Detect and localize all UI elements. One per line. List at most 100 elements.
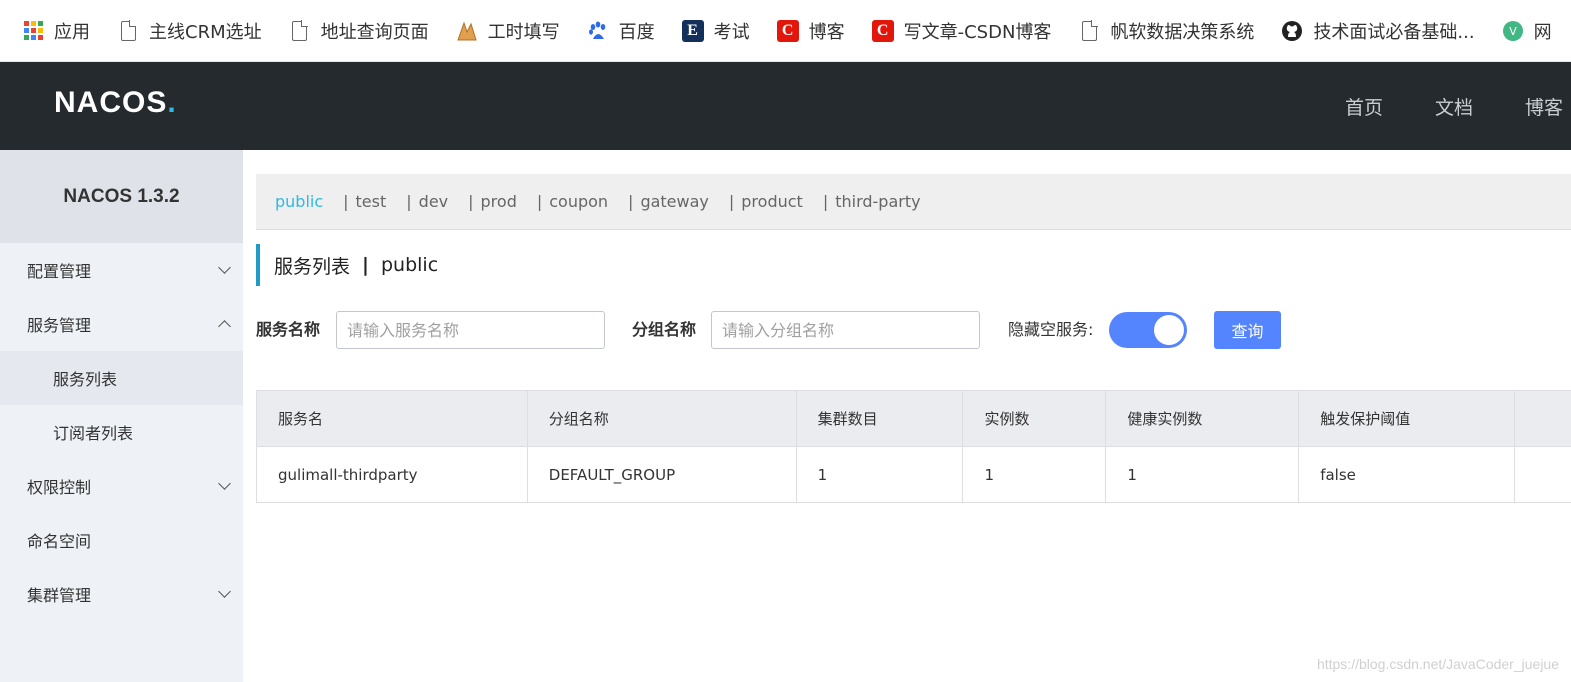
bookmark-address[interactable]: 地址查询页面 xyxy=(289,18,429,44)
baidu-paw-icon xyxy=(587,20,609,42)
namespace-bar: public | test | dev | prod | coupon | gateway… xyxy=(256,174,1571,230)
namespace-tab-prod[interactable]: prod xyxy=(481,192,517,211)
cell-protect-threshold: false xyxy=(1299,447,1516,502)
bookmark-label: 写文章-CSDN博客 xyxy=(903,21,1052,43)
column-header-instance-count[interactable]: 实例数 xyxy=(963,391,1107,446)
column-header-protect-threshold[interactable]: 触发保护阈值 xyxy=(1299,391,1516,446)
namespace-tab-public[interactable]: public xyxy=(275,192,323,211)
bookmark-baidu[interactable]: 百度 xyxy=(587,18,655,44)
sidebar: NACOS 1.3.2 配置管理 服务管理 服务列表 订阅者列表 权限控制 命名… xyxy=(0,150,243,682)
document-icon xyxy=(1078,19,1100,42)
cell-service-name: gulimall-thirdparty xyxy=(257,447,528,502)
bookmark-crm[interactable]: 主线CRM选址 xyxy=(117,18,262,44)
hide-empty-label: 隐藏空服务: xyxy=(1008,320,1094,339)
bookmark-label: 应用 xyxy=(54,21,90,43)
bookmark-hours[interactable]: 工时填写 xyxy=(456,18,560,44)
hours-app-icon xyxy=(456,20,478,42)
column-header-group-name[interactable]: 分组名称 xyxy=(528,391,797,446)
nav-docs[interactable]: 文档 xyxy=(1435,93,1473,120)
table-row[interactable]: gulimall-thirdparty DEFAULT_GROUP 1 1 1 … xyxy=(257,447,1571,503)
chevron-down-icon xyxy=(218,585,231,598)
sidebar-item-label: 配置管理 xyxy=(27,262,92,281)
sidebar-item-namespace[interactable]: 命名空间 xyxy=(0,513,243,567)
bookmark-exam[interactable]: E 考试 xyxy=(681,18,750,44)
bookmark-github[interactable]: 技术面试必备基础... xyxy=(1281,18,1475,44)
cell-actions xyxy=(1515,447,1571,502)
bookmark-label: 考试 xyxy=(713,21,750,43)
group-name-input[interactable] xyxy=(711,311,980,349)
bookmark-label: 帆软数据决策系统 xyxy=(1110,21,1255,43)
table-header-row: 服务名 分组名称 集群数目 实例数 健康实例数 触发保护阈值 xyxy=(257,391,1571,447)
bookmark-label: 工时填写 xyxy=(487,21,560,43)
sidebar-item-label: 服务管理 xyxy=(27,316,92,335)
namespace-tab-third-party[interactable]: third-party xyxy=(835,192,920,211)
cell-instance-count: 1 xyxy=(963,447,1107,502)
bookmark-apps[interactable]: 应用 xyxy=(22,18,90,44)
sidebar-item-config[interactable]: 配置管理 xyxy=(0,243,243,297)
sidebar-item-service-mgmt[interactable]: 服务管理 xyxy=(0,297,243,351)
github-icon xyxy=(1281,20,1303,42)
filter-bar: 服务名称 分组名称 隐藏空服务: 查询 xyxy=(256,311,1571,349)
csdn-icon: C xyxy=(871,19,894,42)
query-button[interactable]: 查询 xyxy=(1214,311,1281,349)
service-name-input[interactable] xyxy=(336,311,605,349)
sidebar-item-label: 订阅者列表 xyxy=(53,424,134,443)
bookmark-label: 主线CRM选址 xyxy=(149,21,262,43)
document-icon xyxy=(289,19,311,42)
sidebar-item-label: 服务列表 xyxy=(53,370,118,389)
bookmarks-bar: 应用 主线CRM选址 地址查询页面 工时填写 百度 E 考试 C 博客 C 写文… xyxy=(0,0,1571,62)
nacos-logo[interactable]: NACOS. xyxy=(54,86,177,120)
sidebar-item-cluster[interactable]: 集群管理 xyxy=(0,567,243,621)
bookmark-label: 百度 xyxy=(618,21,655,43)
namespace-tab-coupon[interactable]: coupon xyxy=(549,192,608,211)
service-name-label: 服务名称 xyxy=(256,320,321,339)
nav-blog[interactable]: 博客 xyxy=(1525,93,1563,120)
e-logo-icon: E xyxy=(681,19,704,42)
sidebar-item-service-list[interactable]: 服务列表 xyxy=(0,351,243,405)
sidebar-item-label: 命名空间 xyxy=(27,532,92,551)
top-nav: 首页 文档 博客 xyxy=(1345,62,1571,150)
bookmark-csdn-write[interactable]: C 写文章-CSDN博客 xyxy=(871,18,1052,44)
page-title-separator: | xyxy=(362,254,369,276)
vue-icon: V xyxy=(1502,20,1524,42)
hide-empty-toggle[interactable] xyxy=(1109,312,1187,348)
sidebar-title: NACOS 1.3.2 xyxy=(0,150,243,243)
group-name-label: 分组名称 xyxy=(632,320,697,339)
namespace-tab-dev[interactable]: dev xyxy=(419,192,448,211)
svg-text:V: V xyxy=(1509,25,1517,38)
namespace-tab-product[interactable]: product xyxy=(741,192,803,211)
bookmark-vue[interactable]: V 网 xyxy=(1502,18,1552,44)
namespace-tab-gateway[interactable]: gateway xyxy=(640,192,708,211)
namespace-tab-test[interactable]: test xyxy=(356,192,387,211)
sidebar-item-label: 集群管理 xyxy=(27,586,92,605)
page-title: 服务列表 | public xyxy=(256,244,438,286)
cell-healthy-count: 1 xyxy=(1106,447,1300,502)
apps-grid-icon xyxy=(22,20,44,42)
csdn-icon: C xyxy=(776,19,799,42)
service-table: 服务名 分组名称 集群数目 实例数 健康实例数 触发保护阈值 gulimall-… xyxy=(256,390,1571,503)
toggle-knob xyxy=(1154,315,1184,345)
sidebar-item-permissions[interactable]: 权限控制 xyxy=(0,459,243,513)
column-header-service-name[interactable]: 服务名 xyxy=(257,391,528,446)
main-content: public | test | dev | prod | coupon | gateway… xyxy=(256,150,1571,682)
nav-home[interactable]: 首页 xyxy=(1345,93,1383,120)
column-header-actions xyxy=(1515,391,1571,446)
bookmark-label: 技术面试必备基础... xyxy=(1313,21,1475,43)
bookmark-label: 网 xyxy=(1533,21,1552,43)
page-title-namespace: public xyxy=(380,254,439,276)
bookmark-blog[interactable]: C 博客 xyxy=(776,18,845,44)
bookmark-finereport[interactable]: 帆软数据决策系统 xyxy=(1078,18,1254,44)
sidebar-item-subscribers[interactable]: 订阅者列表 xyxy=(0,405,243,459)
page-title-text: 服务列表 xyxy=(274,255,351,278)
chevron-up-icon xyxy=(218,320,231,333)
cell-group-name: DEFAULT_GROUP xyxy=(528,447,797,502)
app-header: NACOS. 首页 文档 博客 xyxy=(0,62,1571,150)
sidebar-item-label: 权限控制 xyxy=(27,478,92,497)
bookmark-label: 博客 xyxy=(808,21,845,43)
bookmark-label: 地址查询页面 xyxy=(320,21,429,43)
document-icon xyxy=(117,19,139,42)
cell-cluster-count: 1 xyxy=(797,447,964,502)
column-header-healthy-count[interactable]: 健康实例数 xyxy=(1106,391,1300,446)
watermark: https://blog.csdn.net/JavaCoder_juejue xyxy=(1316,656,1559,672)
column-header-cluster-count[interactable]: 集群数目 xyxy=(797,391,964,446)
